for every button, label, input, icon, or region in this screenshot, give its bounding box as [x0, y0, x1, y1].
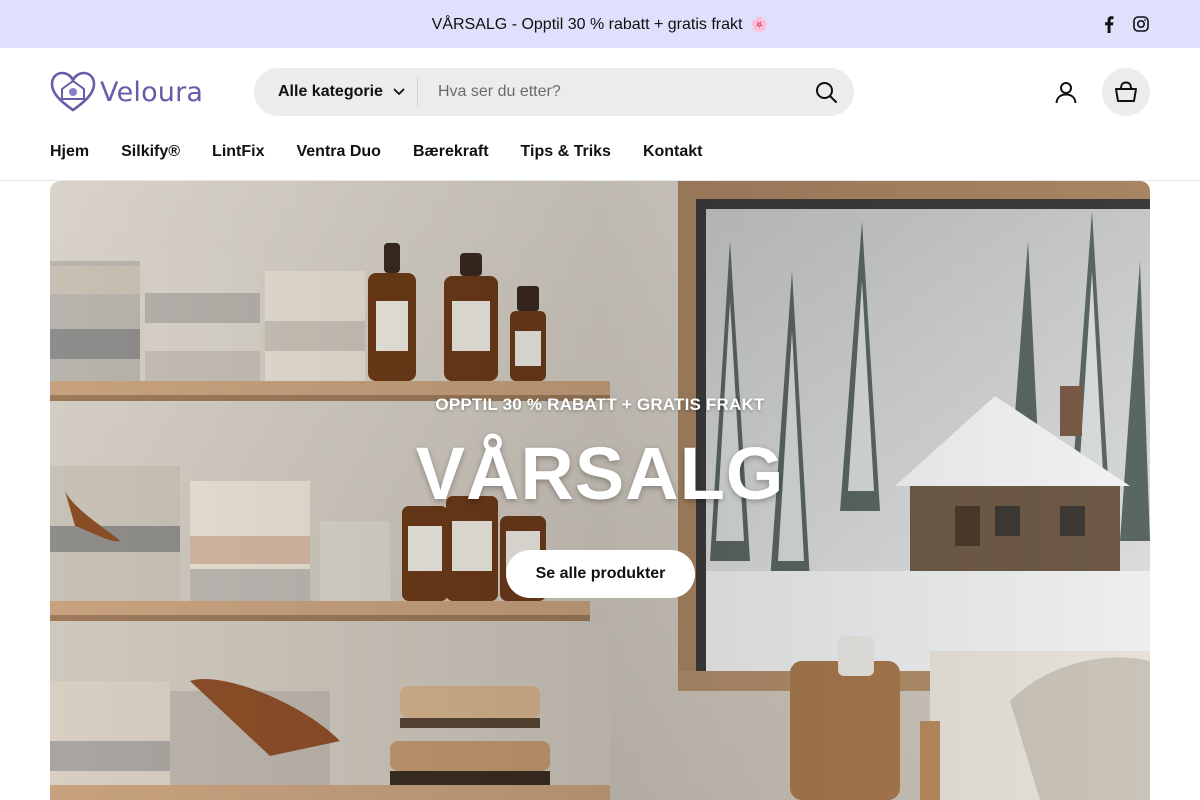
announcement-bar: VÅRSALG - Opptil 30 % rabatt + gratis fr…: [0, 0, 1200, 48]
see-all-products-button[interactable]: Se alle produkter: [506, 550, 695, 598]
account-button[interactable]: [1046, 72, 1086, 112]
logo-mark-icon: [50, 71, 96, 112]
announcement-text-wrap: VÅRSALG - Opptil 30 % rabatt + gratis fr…: [0, 0, 1200, 48]
site-header: Veloura Alle kategorie: [0, 48, 1200, 136]
hero-title: VÅRSALG: [415, 432, 785, 515]
hero-banner: OPPTIL 30 % RABATT + GRATIS FRAKT VÅRSAL…: [50, 181, 1150, 800]
user-icon: [1055, 82, 1077, 104]
social-links: [1100, 14, 1150, 34]
search-icon: [816, 82, 837, 103]
search-button[interactable]: [798, 68, 854, 116]
facebook-icon[interactable]: [1100, 15, 1118, 33]
brand-logo[interactable]: Veloura: [50, 71, 203, 113]
brand-name: Veloura: [100, 76, 204, 108]
nav-item-lintfix[interactable]: LintFix: [212, 143, 264, 161]
nav-item-baerekraft[interactable]: Bærekraft: [413, 143, 489, 161]
nav-item-tips-triks[interactable]: Tips & Triks: [521, 143, 611, 161]
search-bar: Alle kategorie: [254, 68, 854, 116]
hero-content: OPPTIL 30 % RABATT + GRATIS FRAKT VÅRSAL…: [50, 181, 1150, 800]
category-dropdown[interactable]: Alle kategorie: [254, 78, 418, 106]
flower-emoji: 🌸: [750, 16, 769, 32]
search-input[interactable]: [418, 68, 798, 116]
nav-item-hjem[interactable]: Hjem: [50, 143, 89, 161]
main-nav: Hjem Silkify® LintFix Ventra Duo Bærekra…: [50, 136, 703, 168]
category-label: Alle kategorie: [278, 83, 383, 100]
hero-subtitle: OPPTIL 30 % RABATT + GRATIS FRAKT: [435, 395, 765, 414]
cart-button[interactable]: [1102, 68, 1150, 116]
nav-item-silkify[interactable]: Silkify®: [121, 143, 180, 161]
nav-item-ventra-duo[interactable]: Ventra Duo: [296, 143, 380, 161]
instagram-icon[interactable]: [1132, 15, 1150, 33]
chevron-down-icon: [393, 86, 405, 98]
announcement-text: VÅRSALG - Opptil 30 % rabatt + gratis fr…: [431, 16, 743, 33]
shopping-bag-icon: [1115, 81, 1137, 102]
nav-item-kontakt[interactable]: Kontakt: [643, 143, 703, 161]
